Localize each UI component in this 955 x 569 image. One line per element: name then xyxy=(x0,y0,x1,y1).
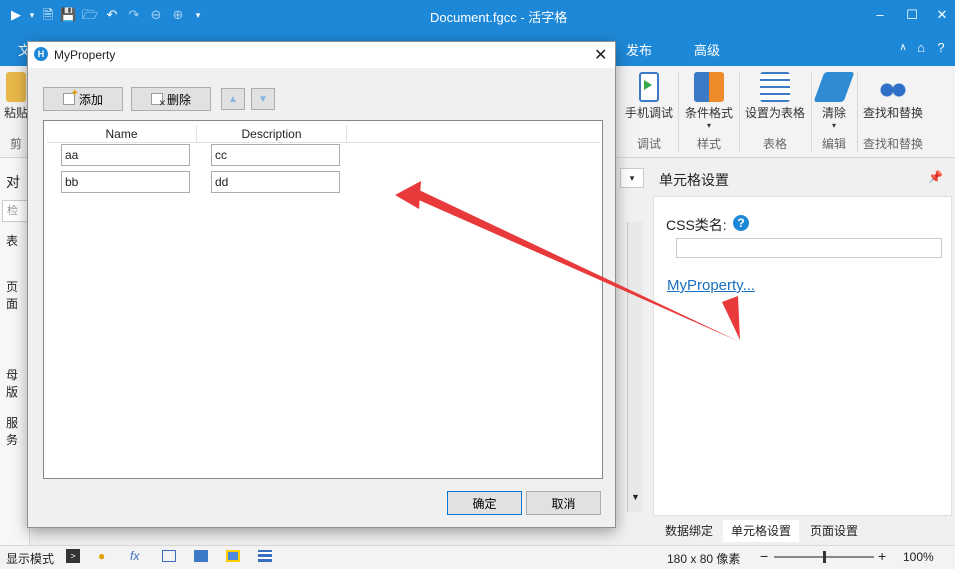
annotation-arrow-head-right xyxy=(722,296,740,340)
annotation-arrow xyxy=(395,181,740,342)
annotation-arrow-head-left xyxy=(395,181,421,209)
annotation-arrow-shaft xyxy=(412,190,740,342)
